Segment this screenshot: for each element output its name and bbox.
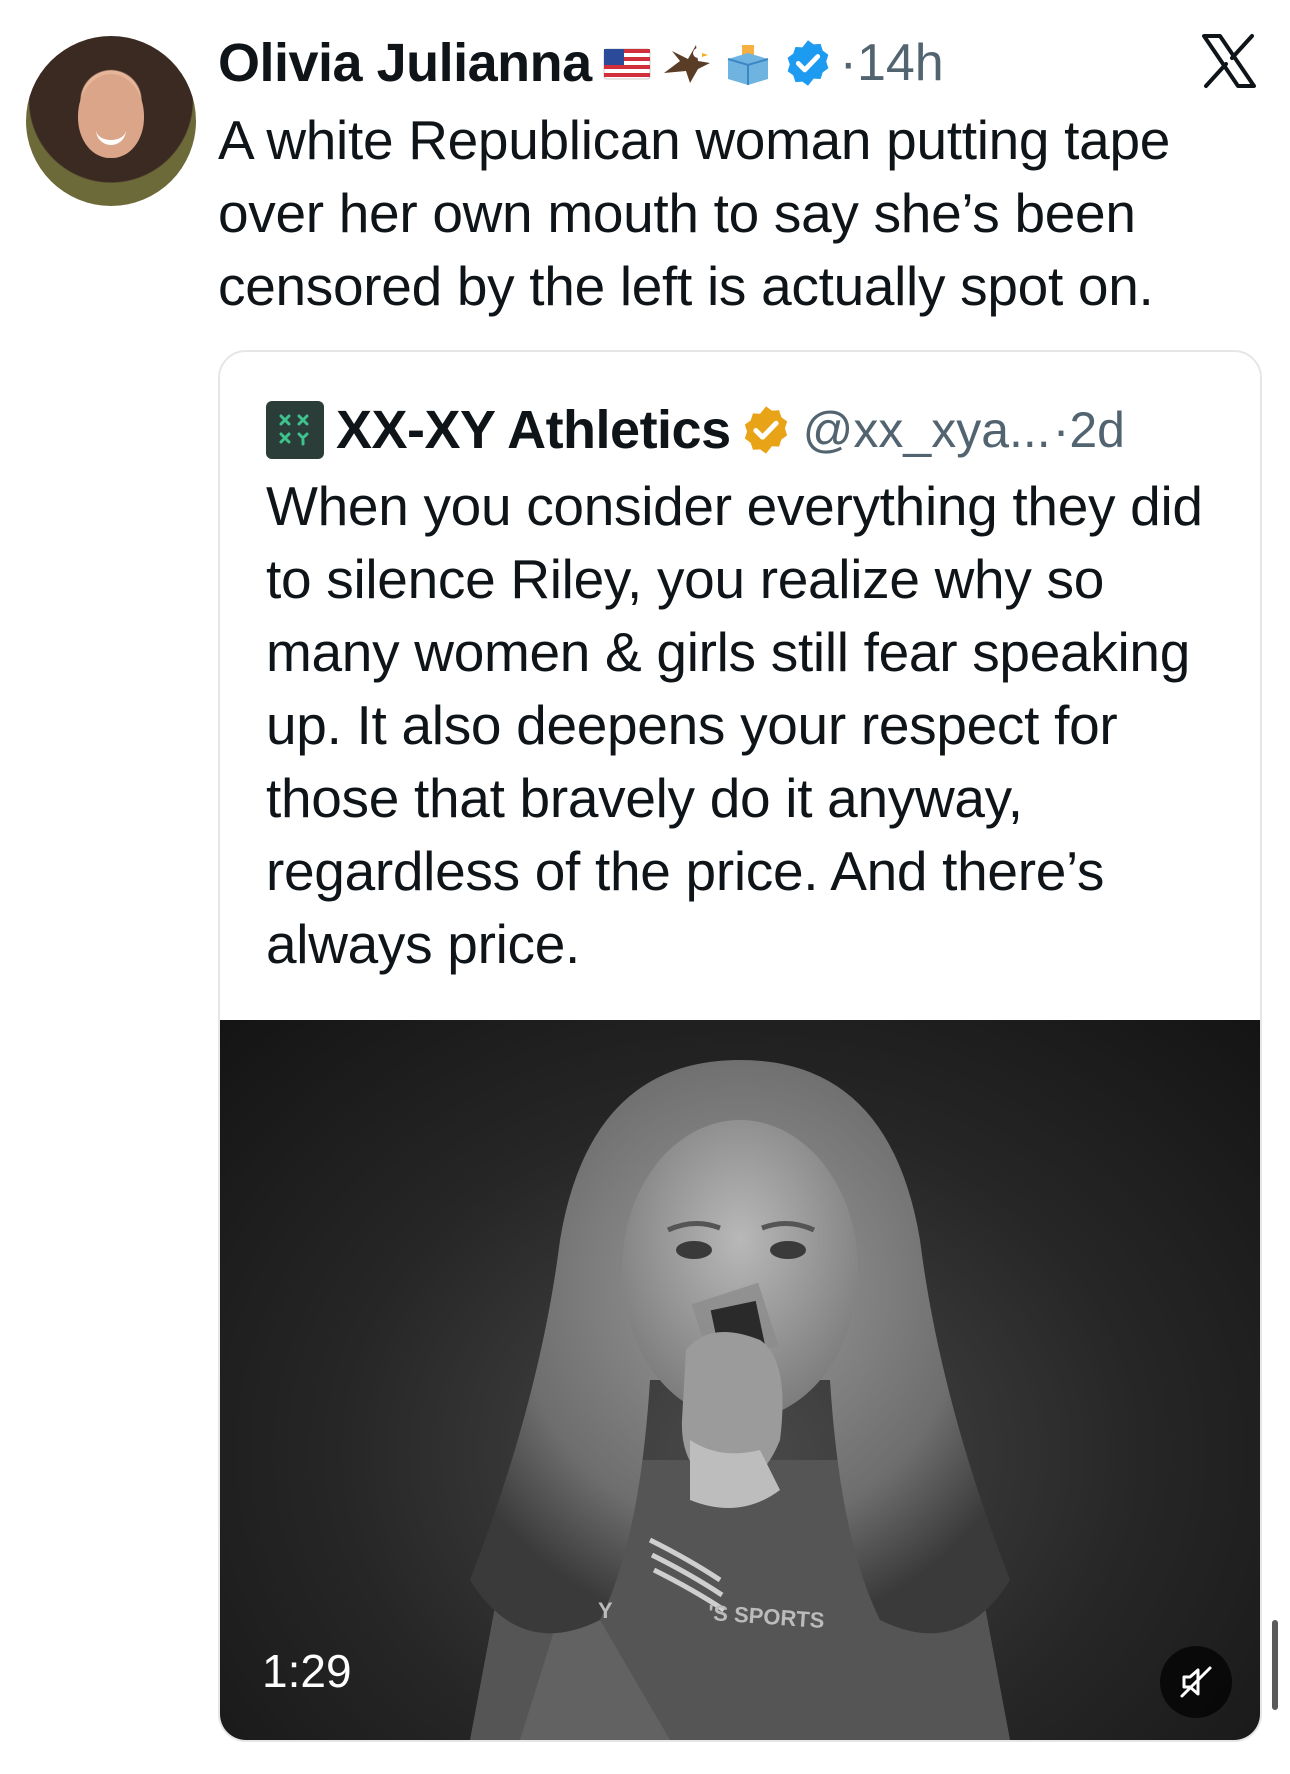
quote-text: When you consider everything they did to… bbox=[266, 475, 1203, 975]
author-avatar[interactable] bbox=[26, 36, 196, 206]
avatar-face bbox=[78, 74, 144, 158]
gold-verified-badge-icon bbox=[739, 403, 793, 457]
tweet-text: A white Republican woman putting tape ov… bbox=[218, 109, 1171, 317]
scrollbar[interactable] bbox=[1272, 1620, 1278, 1710]
quote-handle[interactable]: @xx_xya... bbox=[803, 401, 1051, 459]
author-name[interactable]: Olivia Julianna bbox=[218, 32, 592, 94]
x-logo-icon[interactable] bbox=[1198, 30, 1260, 92]
quote-header: XX-XY Athletics @xx_xya... ·2d bbox=[266, 398, 1125, 462]
quoted-tweet-card[interactable]: XX-XY Athletics @xx_xya... ·2d When you … bbox=[218, 350, 1262, 1742]
shirt-text-left: Y bbox=[598, 1598, 613, 1623]
video-player[interactable]: Y 'S SPORTS 1:29 bbox=[220, 1020, 1260, 1740]
us-flag-icon bbox=[602, 43, 652, 83]
xx-xy-logo-icon bbox=[266, 401, 324, 459]
quote-author-name[interactable]: XX-XY Athletics bbox=[336, 399, 731, 461]
tweet-time[interactable]: ·14h bbox=[840, 33, 944, 93]
verified-badge-icon bbox=[782, 37, 834, 89]
video-duration: 1:29 bbox=[262, 1645, 352, 1697]
muted-speaker-icon bbox=[1180, 1666, 1212, 1698]
tweet-header: Olivia Julianna ·14h bbox=[218, 28, 944, 98]
video-frame bbox=[470, 1060, 1010, 1740]
eagle-icon bbox=[662, 43, 712, 83]
ballot-box-icon bbox=[722, 43, 772, 85]
mute-button[interactable] bbox=[1160, 1646, 1232, 1718]
quote-time[interactable]: ·2d bbox=[1053, 401, 1125, 459]
